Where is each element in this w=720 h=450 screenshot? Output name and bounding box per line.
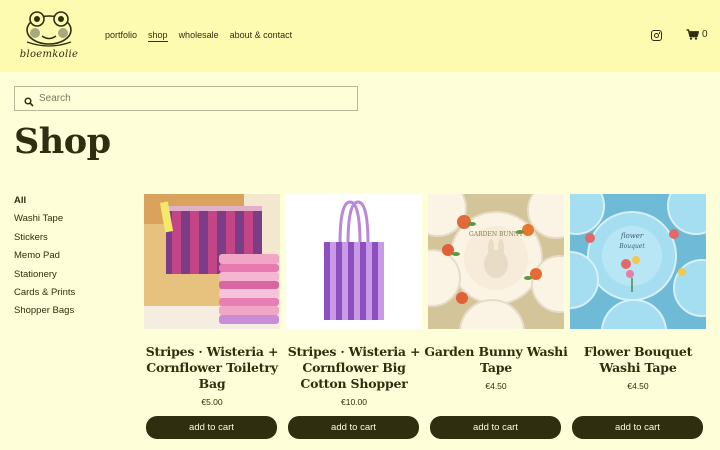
- category-cards-prints[interactable]: Cards & Prints: [14, 287, 75, 305]
- product-image-cotton-shopper[interactable]: [286, 194, 422, 329]
- frog-logo-icon: [26, 11, 72, 47]
- product-image-garden-bunny-washi[interactable]: GARDEN BUNNY: [428, 194, 564, 329]
- logo[interactable]: bloemkolie: [15, 10, 83, 64]
- product-image-toiletry-bag[interactable]: [144, 194, 280, 329]
- svg-text:flower: flower: [620, 232, 644, 240]
- instagram-icon[interactable]: [651, 30, 662, 41]
- main-nav: portfolio shop wholesale about & contact: [105, 30, 292, 42]
- cart-button[interactable]: 0: [686, 29, 708, 40]
- cart-icon: [686, 29, 699, 40]
- product-name[interactable]: Flower Bouquet Washi Tape: [566, 344, 710, 376]
- product-card: flower Bouquet Flower Bouquet Washi Tape…: [570, 194, 706, 444]
- svg-text:GARDEN BUNNY: GARDEN BUNNY: [469, 231, 524, 238]
- add-to-cart-button[interactable]: add to cart: [288, 416, 419, 439]
- svg-text:Bouquet: Bouquet: [618, 243, 645, 250]
- nav-about-contact[interactable]: about & contact: [230, 30, 293, 42]
- product-name[interactable]: Garden Bunny Washi Tape: [424, 344, 568, 376]
- product-price: €4.50: [485, 381, 507, 391]
- category-stickers[interactable]: Stickers: [14, 232, 75, 250]
- category-memo-pad[interactable]: Memo Pad: [14, 250, 75, 268]
- product-name[interactable]: Stripes · Wisteria + Cornflower Big Cott…: [282, 344, 426, 392]
- category-shopper-bags[interactable]: Shopper Bags: [14, 305, 75, 323]
- product-card: Stripes · Wisteria + Cornflower Toiletry…: [144, 194, 280, 444]
- logo-wordmark: bloemkolie: [19, 49, 79, 60]
- category-all[interactable]: All: [14, 195, 75, 213]
- search-box: [14, 86, 358, 111]
- product-card: GARDEN BUNNY Garden Bunny Washi Tape €4.…: [424, 194, 568, 444]
- product-name[interactable]: Stripes · Wisteria + Cornflower Toiletry…: [140, 344, 284, 392]
- search-input[interactable]: [39, 93, 339, 104]
- page-title: Shop: [14, 121, 111, 162]
- site-header: bloemkolie portfolio shop wholesale abou…: [0, 0, 720, 72]
- product-price: €10.00: [341, 397, 367, 407]
- add-to-cart-button[interactable]: add to cart: [146, 416, 277, 439]
- nav-shop[interactable]: shop: [148, 30, 168, 42]
- cart-count: 0: [702, 29, 708, 40]
- product-image-flower-bouquet-washi[interactable]: flower Bouquet: [570, 194, 706, 329]
- category-washi-tape[interactable]: Washi Tape: [14, 213, 75, 231]
- nav-portfolio[interactable]: portfolio: [105, 30, 137, 42]
- category-stationery[interactable]: Stationery: [14, 269, 75, 287]
- search-icon: [24, 94, 34, 107]
- product-price: €4.50: [627, 381, 649, 391]
- category-list: All Washi Tape Stickers Memo Pad Station…: [14, 195, 75, 324]
- product-price: €5.00: [201, 397, 223, 407]
- nav-wholesale[interactable]: wholesale: [179, 30, 219, 42]
- add-to-cart-button[interactable]: add to cart: [430, 416, 561, 439]
- product-card: Stripes · Wisteria + Cornflower Big Cott…: [286, 194, 422, 444]
- add-to-cart-button[interactable]: add to cart: [572, 416, 703, 439]
